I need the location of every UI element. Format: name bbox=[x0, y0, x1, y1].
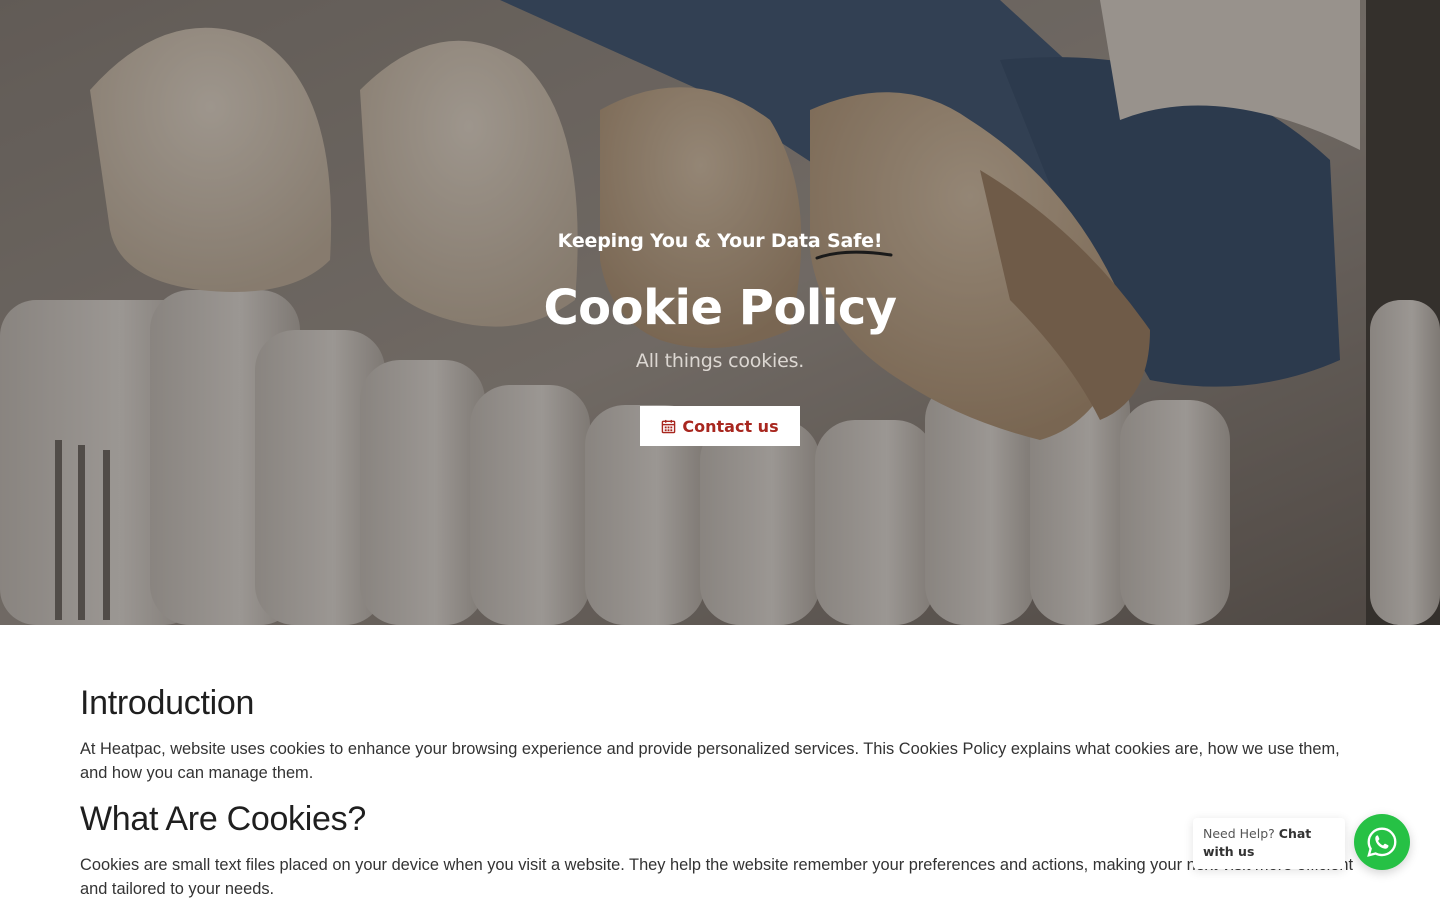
hero-content: Keeping You & Your Data Safe! Cookie Pol… bbox=[0, 0, 1440, 625]
whatsapp-chat-button[interactable] bbox=[1354, 814, 1410, 870]
underline-swoosh-icon bbox=[815, 250, 893, 260]
tagline-accent: Safe! bbox=[815, 230, 893, 260]
help-prefix: Need Help? bbox=[1203, 826, 1275, 841]
page-title: Cookie Policy bbox=[543, 280, 897, 336]
hero-tagline: Keeping You & Your Data Safe! bbox=[557, 230, 893, 260]
contact-us-button[interactable]: Contact us bbox=[640, 406, 800, 446]
section-body-what-are-cookies: Cookies are small text files placed on y… bbox=[80, 856, 1354, 898]
tagline-prefix: Keeping You & Your Data bbox=[557, 230, 827, 252]
chat-help-bubble[interactable]: Need Help? Chat with us bbox=[1193, 818, 1345, 869]
contact-us-label: Contact us bbox=[682, 416, 779, 436]
calendar-icon bbox=[662, 419, 676, 433]
policy-content: Introduction At Heatpac, website uses co… bbox=[80, 683, 1370, 900]
section-heading-what-are-cookies: What Are Cookies? bbox=[80, 800, 366, 838]
section-body-introduction: At Heatpac, website uses cookies to enha… bbox=[80, 740, 1340, 782]
hero-banner: Keeping You & Your Data Safe! Cookie Pol… bbox=[0, 0, 1440, 625]
section-heading-introduction: Introduction bbox=[80, 684, 255, 722]
whatsapp-icon bbox=[1367, 827, 1397, 857]
page-subtitle: All things cookies. bbox=[635, 350, 805, 372]
